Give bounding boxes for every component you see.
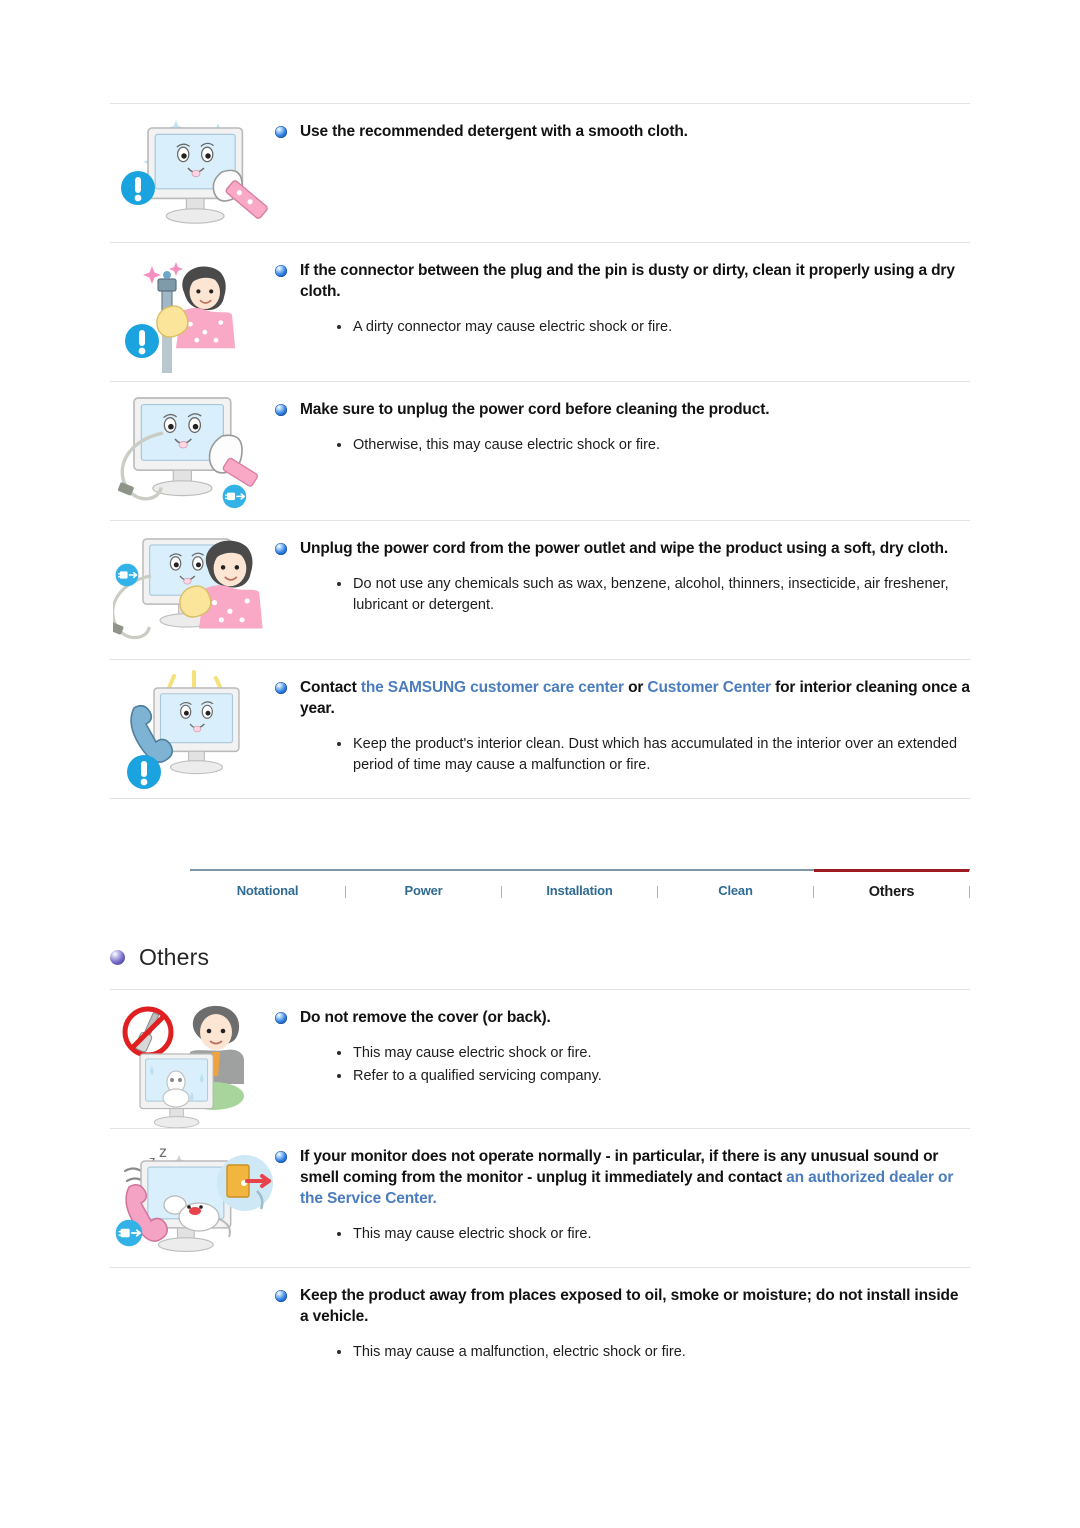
section-heading: Make sure to unplug the power cord befor… — [275, 400, 970, 421]
safety-section: Unplug the power cord from the power out… — [110, 520, 970, 659]
section-heading: If the connector between the plug and th… — [275, 261, 970, 303]
blue-sphere-bullet-icon — [275, 1290, 287, 1302]
sub-bullet-item: This may cause electric shock or fire. — [337, 1043, 970, 1064]
section-heading: Use the recommended detergent with a smo… — [275, 122, 970, 143]
blue-sphere-bullet-icon — [275, 265, 287, 277]
blue-sphere-bullet-icon — [275, 126, 287, 138]
tab-clean[interactable]: Clean — [658, 871, 813, 908]
clean-section-list: Use the recommended detergent with a smo… — [0, 103, 1080, 799]
heading-text: or — [623, 679, 648, 696]
sub-bullet-list: Otherwise, this may cause electric shock… — [275, 435, 970, 456]
tab-others[interactable]: Others — [814, 869, 969, 908]
blue-sphere-bullet-icon — [275, 1012, 287, 1024]
sub-bullet-list: This may cause a malfunction, electric s… — [275, 1342, 970, 1363]
sub-bullet-item: This may cause a malfunction, electric s… — [337, 1342, 970, 1363]
section-heading: Do not remove the cover (or back). — [275, 1008, 970, 1029]
section-tabbar: Notational Power Installation Clean Others — [190, 869, 970, 908]
page-title: Others — [110, 944, 1080, 971]
monitor-abnormal-smell-unplug-illustration: z z — [110, 1129, 275, 1267]
safety-section: z z — [110, 1128, 970, 1267]
section-heading: Contact the SAMSUNG customer care center… — [275, 678, 970, 720]
sub-bullet-item: Do not use any chemicals such as wax, be… — [337, 574, 970, 616]
heading-text: Unplug the power cord from the power out… — [300, 540, 948, 557]
blue-sphere-bullet-icon — [275, 543, 287, 555]
sub-bullet-list: A dirty connector may cause electric sho… — [275, 317, 970, 338]
heading-text: If the connector between the plug and th… — [300, 262, 955, 300]
page-title-label: Others — [139, 944, 210, 970]
top-spacer — [0, 0, 1080, 103]
heading-text: Contact — [300, 679, 361, 696]
sub-bullet-list: Do not use any chemicals such as wax, be… — [275, 574, 970, 616]
safety-section: If the connector between the plug and th… — [110, 242, 970, 381]
woman-cleaning-plug-illustration — [110, 243, 275, 381]
sub-bullet-item: Refer to a qualified servicing company. — [337, 1066, 970, 1087]
safety-section: Use the recommended detergent with a smo… — [110, 103, 970, 242]
section-body: Use the recommended detergent with a smo… — [275, 104, 970, 161]
woman-wiping-monitor-illustration — [110, 521, 275, 659]
sub-bullet-list: This may cause electric shock or fire. — [275, 1224, 970, 1245]
sub-bullet-item: A dirty connector may cause electric sho… — [337, 317, 970, 338]
safety-section: Keep the product away from places expose… — [110, 1267, 970, 1383]
tabs[interactable]: Notational Power Installation Clean Others — [190, 869, 970, 908]
inline-link[interactable]: Customer Center — [647, 679, 771, 696]
heading-text: Keep the product away from places expose… — [300, 1287, 959, 1325]
no-illustration — [110, 1268, 275, 1278]
tab-notational[interactable]: Notational — [190, 871, 345, 908]
blue-sphere-bullet-icon — [275, 1151, 287, 1163]
section-heading: If your monitor does not operate normall… — [275, 1147, 970, 1210]
heading-text: Do not remove the cover (or back). — [300, 1009, 551, 1026]
section-body: If your monitor does not operate normall… — [275, 1129, 970, 1265]
section-body: Make sure to unplug the power cord befor… — [275, 382, 970, 476]
no-screwdriver-open-cover-illustration — [110, 990, 275, 1128]
heading-text: Use the recommended detergent with a smo… — [300, 123, 688, 140]
tab-installation[interactable]: Installation — [502, 871, 657, 908]
phone-call-monitor-illustration — [110, 660, 275, 798]
others-spacer — [0, 971, 1080, 989]
manual-page: Use the recommended detergent with a smo… — [0, 0, 1080, 1528]
monitor-unplug-cloth-illustration — [110, 382, 275, 520]
heading-text: Make sure to unplug the power cord befor… — [300, 401, 770, 418]
sub-bullet-list: This may cause electric shock or fire. Re… — [275, 1043, 970, 1087]
others-section-list: Do not remove the cover (or back). This … — [0, 971, 1080, 1383]
blue-sphere-bullet-icon — [275, 404, 287, 416]
monitor-wipe-cloth-illustration — [110, 104, 275, 242]
purple-sphere-icon — [110, 950, 125, 965]
section-heading: Keep the product away from places expose… — [275, 1286, 970, 1328]
sub-bullet-list: Keep the product's interior clean. Dust … — [275, 734, 970, 776]
sub-bullet-item: Keep the product's interior clean. Dust … — [337, 734, 970, 776]
blue-sphere-bullet-icon — [275, 682, 287, 694]
tab-power[interactable]: Power — [346, 871, 501, 908]
tab-separator — [969, 885, 970, 898]
section-heading: Unplug the power cord from the power out… — [275, 539, 970, 560]
section-body: If the connector between the plug and th… — [275, 243, 970, 358]
section-divider — [110, 798, 970, 799]
safety-section: Contact the SAMSUNG customer care center… — [110, 659, 970, 798]
safety-section: Do not remove the cover (or back). This … — [110, 989, 970, 1128]
sub-bullet-item: Otherwise, this may cause electric shock… — [337, 435, 970, 456]
section-body: Do not remove the cover (or back). This … — [275, 990, 970, 1107]
svg-text:z: z — [159, 1144, 167, 1161]
safety-section: Make sure to unplug the power cord befor… — [110, 381, 970, 520]
section-body: Contact the SAMSUNG customer care center… — [275, 660, 970, 796]
sub-bullet-item: This may cause electric shock or fire. — [337, 1224, 970, 1245]
section-body: Unplug the power cord from the power out… — [275, 521, 970, 636]
section-body: Keep the product away from places expose… — [275, 1268, 970, 1383]
inline-link[interactable]: the SAMSUNG customer care center — [361, 679, 624, 696]
